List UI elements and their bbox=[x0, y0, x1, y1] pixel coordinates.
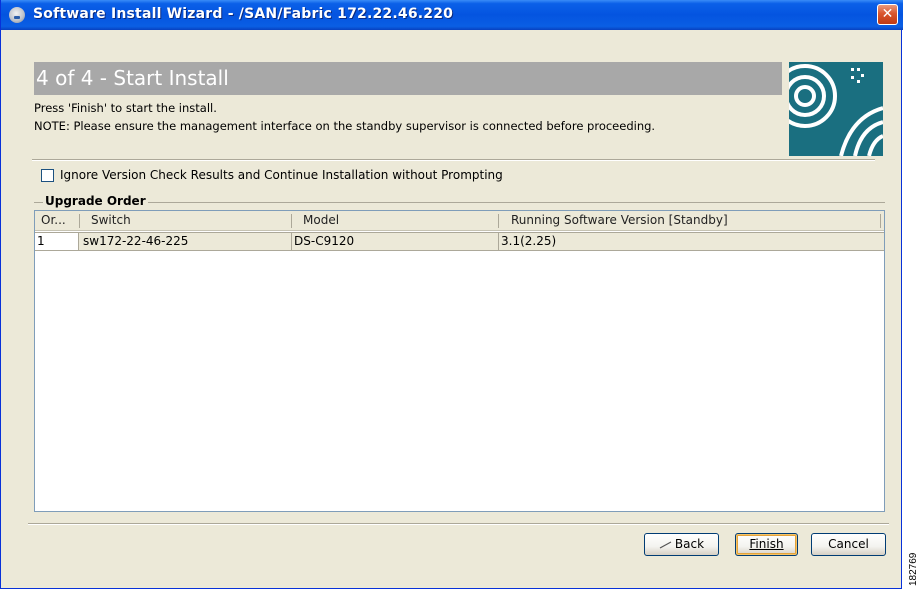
column-divider[interactable] bbox=[291, 214, 292, 228]
cell-divider bbox=[291, 233, 292, 250]
note-text: NOTE: Please ensure the management inter… bbox=[34, 119, 656, 133]
table-header: Or... Switch Model Running Software Vers… bbox=[35, 211, 884, 231]
close-icon: ✕ bbox=[881, 6, 894, 22]
cell-divider bbox=[498, 233, 499, 250]
cell-version: 3.1(2.25) bbox=[501, 234, 557, 248]
ignore-version-check-checkbox[interactable] bbox=[41, 169, 54, 182]
column-header-switch[interactable]: Switch bbox=[91, 211, 131, 230]
instruction-text: Press 'Finish' to start the install. bbox=[34, 101, 217, 115]
cell-model: DS-C9120 bbox=[294, 234, 355, 248]
column-divider[interactable] bbox=[79, 214, 80, 228]
upgrade-order-table[interactable]: Or... Switch Model Running Software Vers… bbox=[34, 210, 885, 512]
back-button[interactable]: Back bbox=[644, 533, 719, 556]
cancel-button[interactable]: Cancel bbox=[811, 533, 886, 556]
back-label: Back bbox=[674, 537, 705, 551]
button-separator bbox=[28, 523, 889, 525]
figure-code-text: 182769 bbox=[908, 552, 917, 586]
column-header-model[interactable]: Model bbox=[303, 211, 339, 230]
column-divider[interactable] bbox=[880, 214, 881, 228]
cancel-label: Cancel bbox=[828, 537, 869, 551]
column-header-order[interactable]: Or... bbox=[41, 211, 66, 230]
wizard-window: Software Install Wizard - /SAN/Fabric 17… bbox=[0, 0, 903, 589]
column-divider[interactable] bbox=[498, 214, 499, 228]
app-icon bbox=[9, 7, 25, 23]
close-button[interactable]: ✕ bbox=[877, 4, 898, 25]
finish-label: Finish bbox=[749, 537, 784, 551]
cisco-logo-icon bbox=[789, 62, 883, 156]
step-title: 4 of 4 - Start Install bbox=[36, 66, 229, 90]
table-row[interactable]: 1 sw172-22-46-225 DS-C9120 3.1(2.25) bbox=[35, 232, 884, 251]
upgrade-order-legend: Upgrade Order bbox=[43, 194, 148, 208]
column-header-version[interactable]: Running Software Version [Standby] bbox=[511, 211, 728, 230]
separator bbox=[32, 159, 875, 161]
step-banner: 4 of 4 - Start Install bbox=[34, 62, 782, 95]
figure-code-label: 182769 bbox=[908, 552, 917, 586]
finish-button[interactable]: Finish bbox=[735, 533, 798, 556]
window-title: Software Install Wizard - /SAN/Fabric 17… bbox=[33, 6, 454, 22]
cell-switch: sw172-22-46-225 bbox=[83, 234, 189, 248]
ignore-version-check-label[interactable]: Ignore Version Check Results and Continu… bbox=[60, 168, 503, 182]
title-bar[interactable]: Software Install Wizard - /SAN/Fabric 17… bbox=[1, 0, 903, 30]
cell-order[interactable]: 1 bbox=[35, 233, 79, 250]
back-arrow-icon bbox=[659, 540, 672, 549]
